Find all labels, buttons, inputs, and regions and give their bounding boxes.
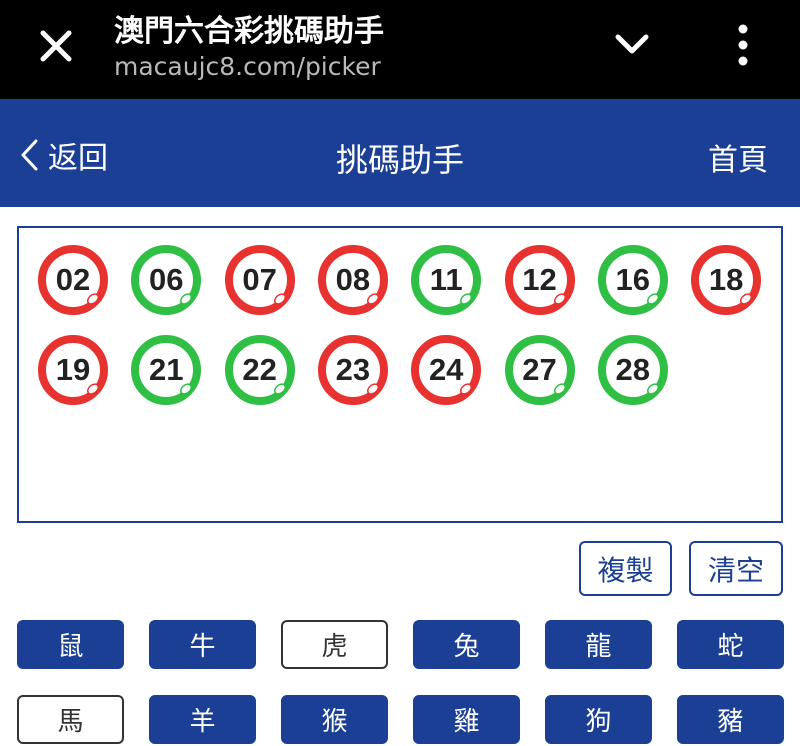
close-icon[interactable] <box>34 24 78 68</box>
ball-number: 08 <box>335 262 371 297</box>
zodiac-button[interactable]: 羊 <box>149 695 256 744</box>
back-button[interactable]: 返回 <box>18 135 108 176</box>
header-title: 挑碼助手 <box>335 141 464 179</box>
number-ball[interactable]: 18 <box>690 244 762 316</box>
selected-balls-panel: 02 06 07 08 11 12 16 18 19 21 22 23 24 27 28 <box>17 226 783 523</box>
number-ball[interactable]: 23 <box>317 334 389 406</box>
back-label: 返回 <box>48 141 108 176</box>
zodiac-button[interactable]: 雞 <box>413 695 520 744</box>
zodiac-button[interactable]: 虎 <box>281 620 388 669</box>
ball-number: 19 <box>55 352 91 387</box>
ball-number: 22 <box>242 352 277 387</box>
ball-number: 07 <box>242 262 277 297</box>
number-ball[interactable]: 07 <box>224 244 296 316</box>
number-ball[interactable]: 22 <box>224 334 296 406</box>
zodiac-button[interactable]: 鼠 <box>17 620 124 669</box>
browser-toolbar: 澳門六合彩挑碼助手 macaujc8.com/picker <box>0 0 800 99</box>
browser-url[interactable]: macaujc8.com/picker <box>114 52 381 81</box>
zodiac-button[interactable]: 狗 <box>545 695 652 744</box>
number-ball[interactable]: 08 <box>317 244 389 316</box>
number-ball[interactable]: 12 <box>504 244 576 316</box>
number-ball[interactable]: 28 <box>597 334 669 406</box>
zodiac-button[interactable]: 馬 <box>17 695 124 744</box>
zodiac-button[interactable]: 牛 <box>149 620 256 669</box>
chevron-left-icon <box>21 139 38 171</box>
zodiac-button[interactable]: 猴 <box>281 695 388 744</box>
ball-number: 02 <box>55 262 91 297</box>
more-options-icon[interactable] <box>730 22 756 68</box>
ball-number: 16 <box>615 262 651 297</box>
ball-number: 06 <box>149 262 184 297</box>
number-ball[interactable]: 27 <box>504 334 576 406</box>
clear-button[interactable]: 清空 <box>689 541 783 596</box>
app-header: 返回 挑碼助手 首頁 <box>0 99 800 207</box>
number-ball[interactable]: 11 <box>410 244 482 316</box>
zodiac-button[interactable]: 豬 <box>677 695 784 744</box>
zodiac-button[interactable]: 蛇 <box>677 620 784 669</box>
number-ball[interactable]: 02 <box>37 244 109 316</box>
copy-button[interactable]: 複製 <box>579 541 672 596</box>
home-link[interactable]: 首頁 <box>708 135 768 179</box>
browser-page-title: 澳門六合彩挑碼助手 <box>114 14 384 49</box>
ball-number: 28 <box>615 352 651 387</box>
number-ball[interactable]: 21 <box>130 334 202 406</box>
number-ball[interactable]: 06 <box>130 244 202 316</box>
ball-number: 27 <box>522 352 557 387</box>
ball-number: 11 <box>429 262 463 297</box>
number-ball[interactable]: 19 <box>37 334 109 406</box>
ball-number: 24 <box>428 352 464 387</box>
zodiac-button[interactable]: 龍 <box>545 620 652 669</box>
zodiac-button[interactable]: 兔 <box>413 620 520 669</box>
number-ball[interactable]: 24 <box>410 334 482 406</box>
ball-number: 23 <box>335 352 371 387</box>
ball-number: 18 <box>708 262 744 297</box>
chevron-down-icon[interactable] <box>610 28 654 62</box>
ball-number: 12 <box>522 262 557 297</box>
ball-number: 21 <box>149 352 184 387</box>
number-ball[interactable]: 16 <box>597 244 669 316</box>
